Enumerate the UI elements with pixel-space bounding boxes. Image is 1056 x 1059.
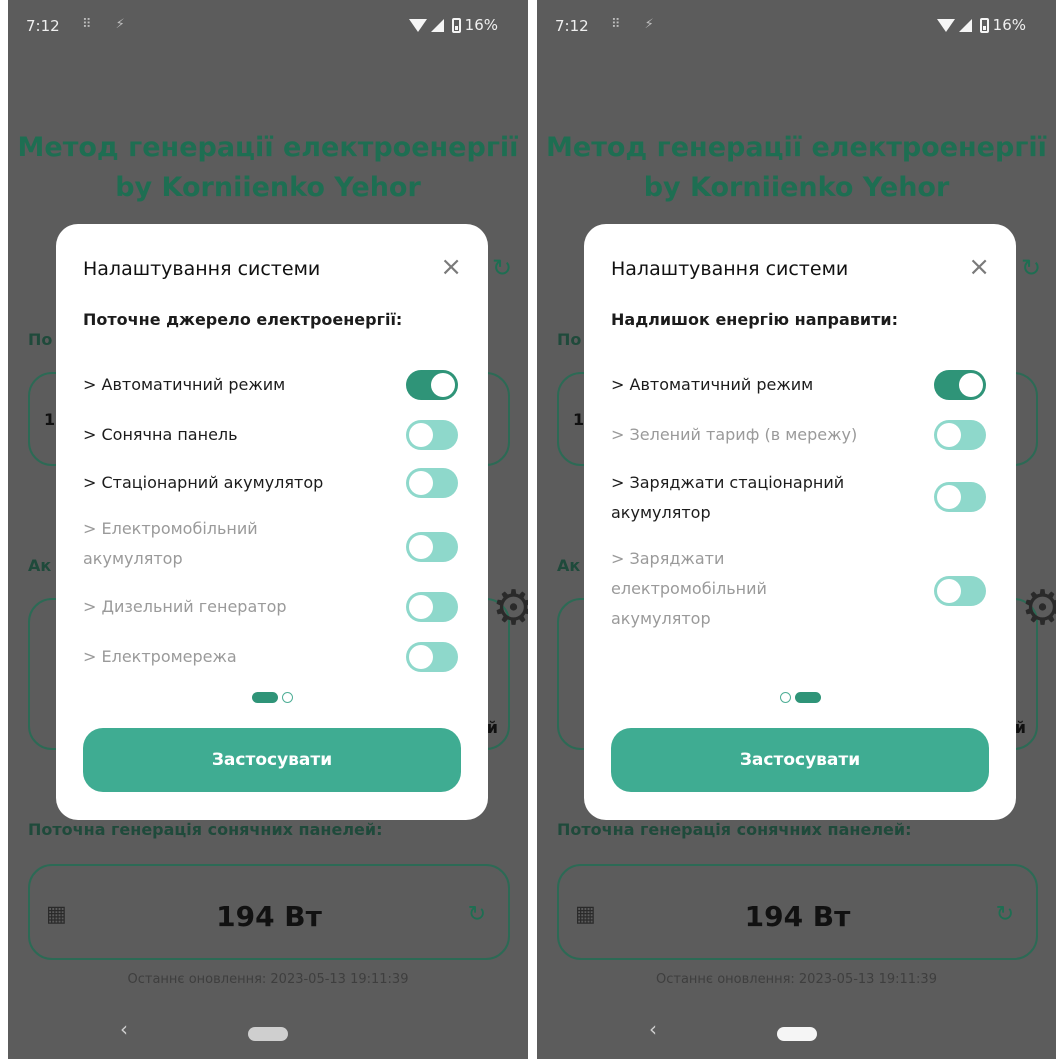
settings-dialog: Налаштування системи × Поточне джерело е… <box>56 224 488 820</box>
gear-icon[interactable]: ⚙ <box>492 580 528 636</box>
card-text-stub: й <box>486 718 498 737</box>
gear-icon[interactable]: ⚙ <box>1021 580 1056 636</box>
solar-card: ▦ 194 Вт ↻ <box>557 864 1038 960</box>
toggle-grid[interactable] <box>406 642 458 672</box>
option-label: > Заряджати стаціонарний акумулятор <box>611 473 845 522</box>
battery-percent: 16% <box>992 16 1026 34</box>
nav-bar: ‹ <box>537 1003 1056 1059</box>
signal-icon <box>958 18 972 32</box>
option-label: > Дизельний генератор <box>83 597 287 616</box>
home-pill[interactable] <box>776 1027 817 1041</box>
option-label: > Стаціонарний акумулятор <box>83 473 324 492</box>
status-bar: 7:12 ⠿ ⚡ 16% <box>537 0 1056 52</box>
close-icon[interactable]: × <box>440 254 462 280</box>
dialog-title: Налаштування системи <box>611 258 849 280</box>
last-update-text: Останнє оновлення: 2023-05-13 19:11:39 <box>127 972 409 987</box>
toggle-auto-mode[interactable] <box>406 370 458 400</box>
apply-button[interactable]: Застосувати <box>83 728 461 792</box>
refresh-icon[interactable]: ↻ <box>1021 254 1041 282</box>
app-title: Метод генерації електроенергії by Kornii… <box>537 128 1056 208</box>
option-label: > Електромережа <box>83 647 237 666</box>
wifi-icon <box>936 18 955 32</box>
card-value-stub: 1 <box>44 410 56 429</box>
nav-bar: ‹ <box>8 1003 528 1059</box>
app-title: Метод генерації електроенергії by Kornii… <box>8 128 528 208</box>
toggle-auto-mode[interactable] <box>934 370 986 400</box>
home-pill[interactable] <box>248 1027 288 1041</box>
refresh-icon[interactable]: ↻ <box>468 902 486 927</box>
app-title-line2: by Korniienko Yehor <box>643 172 950 203</box>
battery-percent: 16% <box>464 16 498 34</box>
phone-screen-left: 7:12 ⠿ ⚡ 16% Метод генерації електроенер… <box>8 0 528 1059</box>
page-dot-active[interactable] <box>794 692 821 703</box>
option-label: > Автоматичний режим <box>611 375 814 394</box>
card-value-stub: 1 <box>573 410 585 429</box>
toggle-green-tariff[interactable] <box>934 420 986 450</box>
option-label: > Автоматичний режим <box>83 375 286 394</box>
back-icon[interactable]: ‹ <box>649 1017 657 1041</box>
toggle-charge-stationary[interactable] <box>934 482 986 512</box>
solar-power-value: 194 Вт <box>744 900 851 933</box>
solar-power-value: 194 Вт <box>216 900 322 933</box>
back-icon[interactable]: ‹ <box>120 1017 128 1041</box>
app-title-line2: by Korniienko Yehor <box>115 172 421 203</box>
page-indicator <box>584 692 1016 703</box>
phone-screen-right: 7:12 ⠿ ⚡ 16% Метод генерації електроенер… <box>537 0 1056 1059</box>
notification-icons: ⠿ ⚡ <box>611 17 664 32</box>
section-label-stub: Ак <box>28 556 52 575</box>
section-label-stub: По <box>557 330 582 349</box>
battery-icon <box>979 17 989 33</box>
status-icons: 16% <box>408 16 498 34</box>
refresh-icon[interactable]: ↻ <box>492 254 512 282</box>
section-label-solar: Поточна генерація сонячних панелей: <box>557 820 912 839</box>
dialog-title: Налаштування системи <box>83 258 321 280</box>
toggle-diesel-generator[interactable] <box>406 592 458 622</box>
section-label-solar: Поточна генерація сонячних панелей: <box>28 820 383 839</box>
option-label: > Зелений тариф (в мережу) <box>611 425 858 444</box>
status-time: 7:12 <box>555 17 589 35</box>
toggle-solar-panel[interactable] <box>406 420 458 450</box>
status-bar: 7:12 ⠿ ⚡ 16% <box>8 0 528 52</box>
settings-dialog: Налаштування системи × Надлишок енергію … <box>584 224 1016 820</box>
option-label: > Сонячна панель <box>83 425 238 444</box>
solar-card: ▦ 194 Вт ↻ <box>28 864 510 960</box>
app-title-line1: Метод генерації електроенергії <box>17 132 519 163</box>
toggle-ev-battery[interactable] <box>406 532 458 562</box>
notification-icons: ⠿ ⚡ <box>82 17 135 32</box>
toggle-stationary-battery[interactable] <box>406 468 458 498</box>
section-label-stub: Ак <box>557 556 581 575</box>
status-time: 7:12 <box>26 17 60 35</box>
dialog-subtitle: Надлишок енергію направити: <box>611 310 899 329</box>
last-update-text: Останнє оновлення: 2023-05-13 19:11:39 <box>656 972 937 987</box>
dialog-subtitle: Поточне джерело електроенергії: <box>83 310 403 329</box>
page-dot[interactable] <box>281 692 293 703</box>
toggle-charge-ev[interactable] <box>934 576 986 606</box>
card-text-stub: й <box>1014 718 1026 737</box>
option-label: > Заряджати електромобільний акумулятор <box>611 549 767 628</box>
app-title-line1: Метод генерації електроенергії <box>546 132 1047 163</box>
battery-icon <box>451 17 461 33</box>
wifi-icon <box>408 18 427 32</box>
page-indicator <box>56 692 488 703</box>
section-label-stub: По <box>28 330 53 349</box>
apply-button[interactable]: Застосувати <box>611 728 989 792</box>
refresh-icon[interactable]: ↻ <box>996 902 1014 927</box>
status-icons: 16% <box>936 16 1026 34</box>
close-icon[interactable]: × <box>968 254 990 280</box>
signal-icon <box>430 18 444 32</box>
option-label: > Електромобільний акумулятор <box>83 519 258 568</box>
page-dot-active[interactable] <box>251 692 278 703</box>
page-dot[interactable] <box>779 692 791 703</box>
